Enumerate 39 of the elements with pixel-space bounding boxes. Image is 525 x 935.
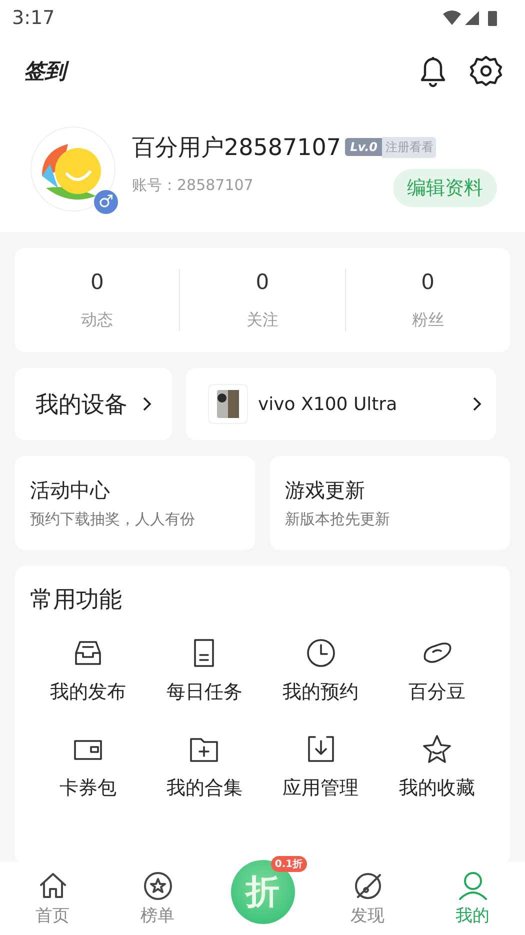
person-icon bbox=[456, 870, 488, 902]
function-item[interactable]: 百分豆 bbox=[378, 637, 495, 705]
tab-item[interactable]: 首页 bbox=[0, 862, 105, 935]
my-devices-title: 我的设备 bbox=[36, 390, 128, 420]
clock-icon bbox=[304, 637, 337, 669]
promo-title: 活动中心 bbox=[30, 477, 111, 504]
function-item[interactable]: 我的发布 bbox=[30, 637, 146, 705]
promo-subtitle: 新版本抢先更新 bbox=[285, 510, 391, 529]
phone-icon bbox=[208, 384, 248, 424]
tab-item[interactable]: 榜单 bbox=[105, 862, 210, 935]
my-devices-card[interactable]: 我的设备 bbox=[15, 368, 172, 440]
promo-title: 游戏更新 bbox=[285, 477, 366, 504]
star-badge-icon bbox=[142, 870, 174, 902]
device-model: vivo X100 Ultra bbox=[258, 394, 398, 414]
function-item[interactable]: 卡券包 bbox=[30, 733, 146, 801]
stat-value[interactable]: 0 bbox=[421, 270, 434, 294]
stat-value[interactable]: 0 bbox=[256, 270, 270, 294]
tab-item[interactable]: 发现 bbox=[315, 862, 420, 935]
section-title: 常用功能 bbox=[30, 586, 123, 615]
device-card[interactable]: vivo X100 Ultra bbox=[186, 368, 496, 440]
status-time: 3:17 bbox=[12, 7, 55, 29]
settings-icon[interactable] bbox=[469, 54, 503, 88]
stat-value[interactable]: 0 bbox=[90, 270, 104, 294]
chevron-right-icon bbox=[472, 396, 482, 412]
account-number: 账号：28587107 bbox=[132, 176, 254, 195]
promo-subtitle: 预约下载抽奖，人人有份 bbox=[30, 510, 196, 529]
function-item[interactable]: 我的合集 bbox=[146, 733, 262, 801]
promo-card[interactable]: 游戏更新 新版本抢先更新 bbox=[270, 456, 510, 550]
discount-badge: 0.1折 bbox=[270, 856, 307, 872]
level-badge: Lv.0 bbox=[345, 138, 382, 156]
chevron-right-icon bbox=[142, 396, 152, 412]
function-item[interactable]: 应用管理 bbox=[262, 733, 379, 801]
gender-badge: ♂ bbox=[94, 190, 118, 214]
star-icon bbox=[420, 733, 453, 765]
function-item[interactable]: 我的收藏 bbox=[378, 733, 495, 801]
function-item[interactable]: 每日任务 bbox=[146, 637, 262, 705]
user-name: 百分用户28587107 bbox=[132, 134, 342, 162]
function-item[interactable]: 我的预约 bbox=[262, 637, 379, 705]
promo-card[interactable]: 活动中心 预约下载抽奖，人人有份 bbox=[15, 456, 255, 550]
